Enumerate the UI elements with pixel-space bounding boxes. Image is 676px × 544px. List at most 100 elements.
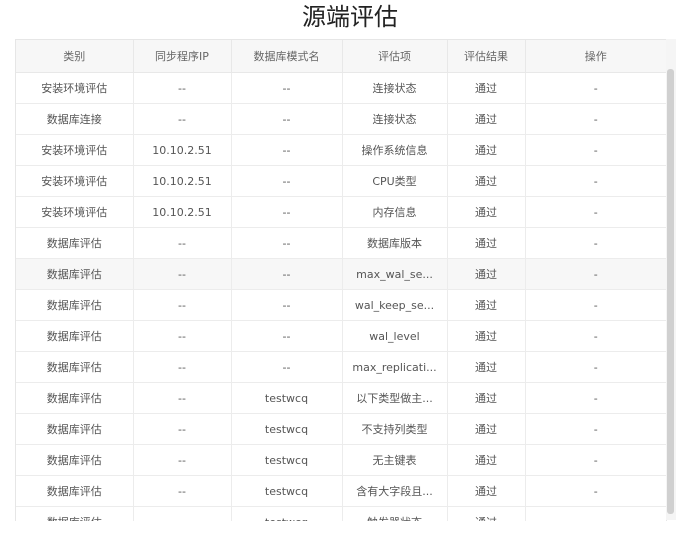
cell-schema-name: -- [231,103,343,135]
cell-sync-ip: -- [133,382,232,414]
cell-action: - [525,506,666,521]
cell-schema-name: -- [231,351,343,383]
cell-assessment-item: 含有大字段且... [342,475,448,507]
page-title: 源端评估 [302,3,398,31]
cell-category: 安装环境评估 [16,72,134,104]
table-row: 数据库评估 -- testwcq 以下类型做主... 通过 - [16,382,666,414]
cell-assessment-item: 连接状态 [342,103,448,135]
cell-assessment-result: 通过 [447,134,526,166]
table-scrollbar[interactable] [666,39,676,520]
cell-sync-ip: -- [133,103,232,135]
cell-action: - [525,134,666,166]
cell-category: 安装环境评估 [16,196,134,228]
cell-sync-ip: -- [133,227,232,259]
cell-category: 安装环境评估 [16,165,134,197]
cell-assessment-result: 通过 [447,103,526,135]
cell-assessment-item: 无主键表 [342,444,448,476]
cell-assessment-item: 触发器状态 [342,506,448,521]
cell-assessment-item: max_replicati... [342,351,448,383]
table-row: 数据库评估 -- testwcq 含有大字段且... 通过 - [16,475,666,507]
cell-schema-name: testwcq [231,413,343,445]
cell-assessment-item: 连接状态 [342,72,448,104]
table-header-row: 类别 同步程序IP 数据库模式名 评估项 评估结果 操作 [16,40,666,73]
cell-category: 数据库评估 [16,413,134,445]
table-row: 安装环境评估 10.10.2.51 -- CPU类型 通过 - [16,165,666,197]
cell-action: - [525,227,666,259]
cell-sync-ip: 10.10.2.51 [133,165,232,197]
cell-category: 数据库评估 [16,475,134,507]
cell-action: - [525,413,666,445]
cell-schema-name: testwcq [231,382,343,414]
cell-action: - [525,475,666,507]
table-row: 数据库评估--testwcq触发器状态通过- [16,506,666,521]
cell-sync-ip: -- [133,320,232,352]
cell-assessment-result: 通过 [447,196,526,228]
cell-action: - [525,351,666,383]
cell-assessment-result: 通过 [447,72,526,104]
cell-assessment-result: 通过 [447,320,526,352]
cell-assessment-item: CPU类型 [342,165,448,197]
cell-sync-ip: 10.10.2.51 [133,196,232,228]
cell-assessment-result: 通过 [447,506,526,521]
assessment-table: 类别 同步程序IP 数据库模式名 评估项 评估结果 操作 安装环境评估 -- -- 连… [16,40,666,521]
cell-schema-name: -- [231,258,343,290]
cell-sync-ip: -- [133,506,232,521]
cell-action: - [525,165,666,197]
cell-action: - [525,444,666,476]
cell-assessment-result: 通过 [447,289,526,321]
table-row: 数据库评估 -- testwcq 不支持列类型 通过 - [16,413,666,445]
cell-sync-ip: -- [133,413,232,445]
table-row: 数据库评估 -- -- wal_keep_se... 通过 - [16,289,666,321]
cell-assessment-result: 通过 [447,444,526,476]
cell-category: 数据库评估 [16,320,134,352]
table-row: 数据库评估 -- -- max_replicati... 通过 - [16,351,666,383]
column-header-assessment-result: 评估结果 [447,40,526,73]
table-row: 安装环境评估 10.10.2.51 -- 内存信息 通过 - [16,196,666,228]
cell-assessment-item: wal_level [342,320,448,352]
cell-sync-ip: -- [133,72,232,104]
table-scrollbar-thumb[interactable] [667,69,674,514]
cell-assessment-item: 不支持列类型 [342,413,448,445]
table-row: 数据库评估 -- -- max_wal_se... 通过 - [16,258,666,290]
table-row: 数据库评估 -- -- wal_level 通过 - [16,320,666,352]
cell-action: - [525,289,666,321]
table-row: 数据库评估 -- -- 数据库版本 通过 - [16,227,666,259]
cell-schema-name: testwcq [231,475,343,507]
cell-category: 数据库评估 [16,351,134,383]
cell-sync-ip: -- [133,351,232,383]
cell-category: 数据库评估 [16,444,134,476]
cell-assessment-result: 通过 [447,227,526,259]
cell-sync-ip: 10.10.2.51 [133,134,232,166]
cell-category: 数据库评估 [16,506,134,521]
column-header-schema-name: 数据库模式名 [231,40,343,73]
cell-assessment-item: 数据库版本 [342,227,448,259]
cell-schema-name: -- [231,289,343,321]
cell-sync-ip: -- [133,475,232,507]
cell-schema-name: -- [231,320,343,352]
table-row: 安装环境评估 -- -- 连接状态 通过 - [16,72,666,104]
cell-category: 数据库连接 [16,103,134,135]
assessment-table-container: 类别 同步程序IP 数据库模式名 评估项 评估结果 操作 安装环境评估 -- -- 连… [15,39,667,521]
cell-schema-name: -- [231,227,343,259]
cell-schema-name: testwcq [231,506,343,521]
cell-action: - [525,382,666,414]
cell-sync-ip: -- [133,289,232,321]
cell-action: - [525,103,666,135]
cell-assessment-item: 操作系统信息 [342,134,448,166]
column-header-sync-ip: 同步程序IP [133,40,232,73]
cell-category: 数据库评估 [16,382,134,414]
cell-sync-ip: -- [133,444,232,476]
cell-assessment-result: 通过 [447,382,526,414]
cell-assessment-result: 通过 [447,475,526,507]
cell-sync-ip: -- [133,258,232,290]
table-row: 数据库连接 -- -- 连接状态 通过 - [16,103,666,135]
cell-assessment-result: 通过 [447,165,526,197]
cell-category: 数据库评估 [16,258,134,290]
cell-assessment-item: 以下类型做主... [342,382,448,414]
cell-assessment-item: wal_keep_se... [342,289,448,321]
cell-action: - [525,258,666,290]
cell-schema-name: -- [231,196,343,228]
cell-action: - [525,320,666,352]
cell-assessment-result: 通过 [447,258,526,290]
cell-schema-name: testwcq [231,444,343,476]
